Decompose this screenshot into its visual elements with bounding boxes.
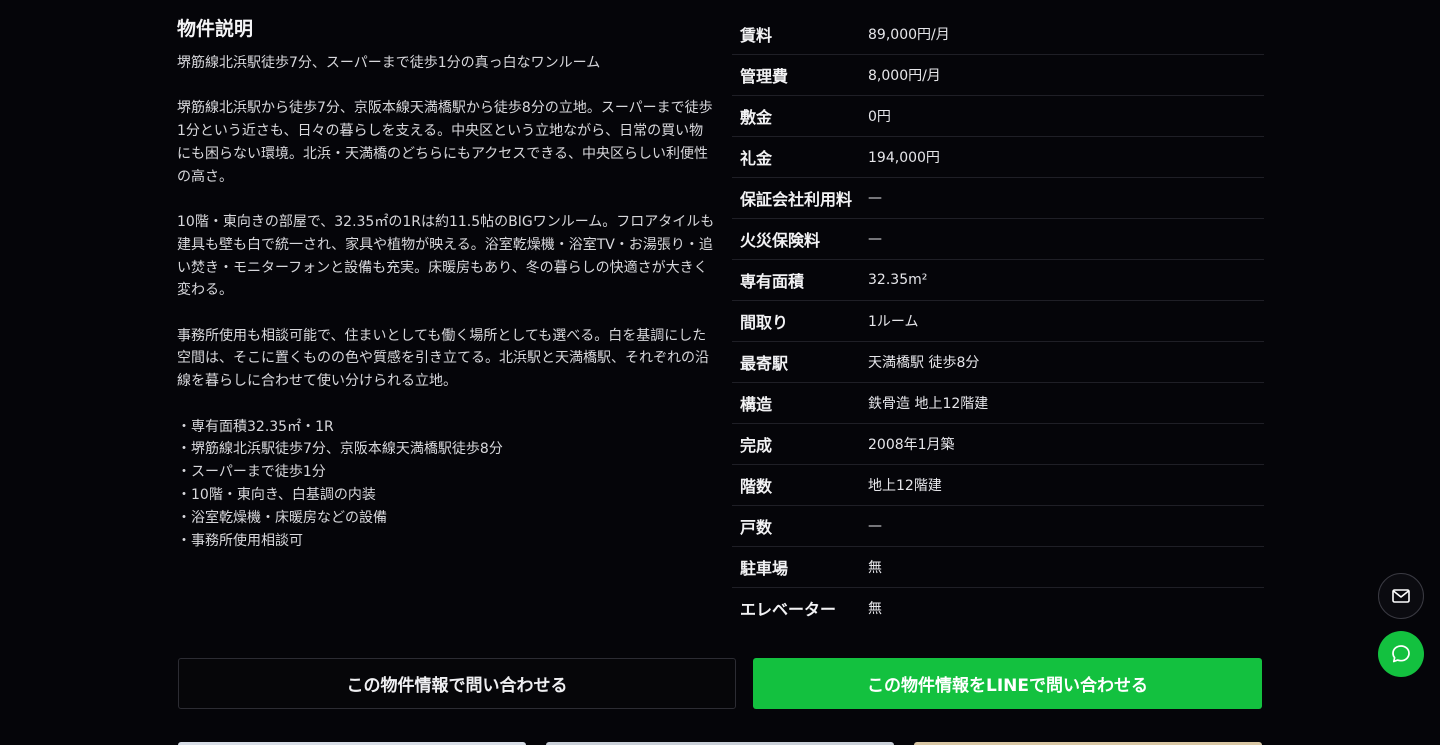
property-spec-table: 賃料 89,000円/月 管理費 8,000円/月 敷金 0円 礼金 194,0… [732,14,1264,628]
line-inquiry-label: この物件情報をLINEで問い合わせる [867,676,1148,696]
spec-value: 8,000円/月 [860,54,1264,96]
spec-label: 戸数 [732,505,861,547]
feature-item: ・浴室乾燥機・床暖房などの設備 [177,509,387,526]
spec-row-deposit: 敷金 0円 [732,95,1264,137]
spec-label: 保証会社利用料 [732,177,861,219]
feature-list: ・専有面積32.35㎡・1R ・堺筋線北浜駅徒歩7分、京阪本線天満橋駅徒歩8分 … [177,416,715,553]
spec-label: 最寄駅 [732,341,861,383]
spec-row-rent: 賃料 89,000円/月 [732,14,1264,55]
property-description: 物件説明 堺筋線北浜駅徒歩7分、スーパーまで徒歩1分の真っ白なワンルーム 堺筋線… [177,14,715,552]
description-paragraph: 10階・東向きの部屋で、32.35㎡の1Rは約11.5帖のBIGワンルーム。フロ… [177,213,715,299]
description-paragraph: 事務所使用も相談可能で、住まいとしても働く場所としても選べる。白を基調にした空間… [177,327,709,390]
spec-row-elevator: エレベーター 無 [732,588,1264,629]
spec-row-floor-area: 専有面積 32.35m² [732,259,1264,301]
floating-chat-button[interactable] [1378,631,1424,677]
spec-value: 2008年1月築 [860,423,1264,465]
spec-label: 火災保険料 [732,218,861,260]
spec-label: 賃料 [732,14,861,55]
spec-value: 鉄骨造 地上12階建 [860,382,1264,424]
spec-value: 天満橋駅 徒歩8分 [860,341,1264,383]
spec-label: 階数 [732,464,861,506]
feature-item: ・10階・東向き、白基調の内装 [177,486,376,503]
spec-row-guarantor-fee: 保証会社利用料 — [732,177,1264,219]
chat-bubble-icon [1392,645,1410,663]
spec-label: 駐車場 [732,546,861,588]
spec-row-floors: 階数 地上12階建 [732,464,1264,506]
contact-inquiry-label: この物件情報で問い合わせる [346,676,568,696]
feature-item: ・スーパーまで徒歩1分 [177,464,326,481]
spec-row-nearest-station: 最寄駅 天満橋駅 徒歩8分 [732,341,1264,383]
spec-value: — [860,177,1264,219]
spec-value: 地上12階建 [860,464,1264,506]
feature-item: ・事務所使用相談可 [177,532,303,549]
spec-value: 無 [868,601,883,617]
feature-item: ・堺筋線北浜駅徒歩7分、京阪本線天満橋駅徒歩8分 [177,441,503,458]
spec-row-layout: 間取り 1ルーム [732,300,1264,342]
spec-value: 1ルーム [860,300,1264,342]
spec-value: — [860,505,1264,547]
spec-label: 構造 [732,382,861,424]
line-inquiry-button[interactable]: この物件情報をLINEで問い合わせる [753,658,1262,709]
spec-row-key-money: 礼金 194,000円 [732,136,1264,178]
spec-value: 89,000円/月 [860,14,1264,55]
spec-label: 敷金 [732,95,861,137]
contact-inquiry-button[interactable]: この物件情報で問い合わせる [178,658,736,709]
spec-row-completion: 完成 2008年1月築 [732,423,1264,465]
spec-row-parking: 駐車場 無 [732,546,1264,588]
spec-label: 専有面積 [732,259,861,301]
description-title: 物件説明 [177,18,254,40]
spec-label: エレベーター [740,600,837,619]
spec-row-units: 戸数 — [732,505,1264,547]
spec-value: 194,000円 [860,136,1264,178]
spec-value: 無 [860,546,1264,588]
spec-value: 0円 [860,95,1264,137]
spec-row-management-fee: 管理費 8,000円/月 [732,54,1264,96]
description-paragraph: 堺筋線北浜駅から徒歩7分、京阪本線天満橋駅から徒歩8分の立地。スーパーまで徒歩1… [177,100,713,185]
spec-row-fire-insurance: 火災保険料 — [732,218,1264,260]
spec-value: 32.35m² [860,259,1264,301]
spec-value: — [860,218,1264,260]
spec-label: 礼金 [732,136,861,178]
mail-icon [1392,589,1410,603]
feature-item: ・専有面積32.35㎡・1R [177,418,334,435]
spec-label: 間取り [732,300,861,342]
description-paragraph: 堺筋線北浜駅徒歩7分、スーパーまで徒歩1分の真っ白なワンルーム [177,55,601,71]
property-detail-page: 物件説明 堺筋線北浜駅徒歩7分、スーパーまで徒歩1分の真っ白なワンルーム 堺筋線… [0,0,1440,745]
spec-row-structure: 構造 鉄骨造 地上12階建 [732,382,1264,424]
spec-label: 完成 [732,423,861,465]
spec-label: 管理費 [732,54,861,96]
floating-mail-button[interactable] [1378,573,1424,619]
